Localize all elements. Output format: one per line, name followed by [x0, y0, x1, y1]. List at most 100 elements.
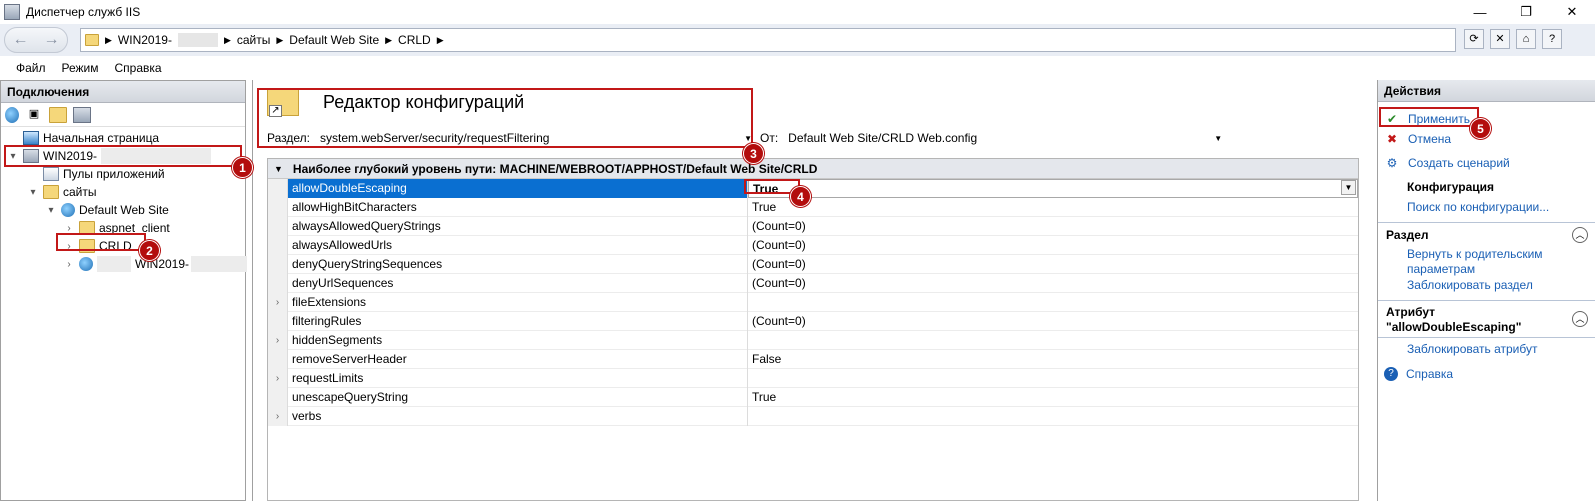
table-row[interactable]: allowHighBitCharacters True [268, 198, 1358, 217]
property-name[interactable]: allowDoubleEscaping [288, 179, 748, 198]
property-name[interactable]: denyUrlSequences [288, 274, 748, 293]
tree-label: Начальная страница [43, 131, 160, 145]
address-folder-icon [85, 34, 99, 46]
chevron-right-icon[interactable]: › [268, 293, 288, 312]
breadcrumb-crld[interactable]: CRLD [398, 33, 431, 47]
property-name[interactable]: filteringRules [288, 312, 748, 331]
breadcrumb-server[interactable]: WIN2019- [118, 33, 172, 47]
property-value[interactable]: False [748, 350, 1358, 369]
row-gutter [268, 274, 288, 293]
lock-section-link[interactable]: Заблокировать раздел [1407, 278, 1533, 293]
menu-view[interactable]: Режим [62, 61, 99, 75]
lock-attribute-link[interactable]: Заблокировать атрибут [1407, 342, 1538, 357]
tree-item-default-site[interactable]: ▾ Default Web Site [45, 201, 169, 219]
property-name[interactable]: hiddenSegments [288, 331, 748, 350]
table-row[interactable]: › hiddenSegments [268, 331, 1358, 350]
menu-help[interactable]: Справка [115, 61, 162, 75]
collapse-up-icon[interactable]: ︿ [1572, 311, 1588, 327]
property-value[interactable]: True [748, 179, 1358, 198]
chevron-down-icon[interactable]: ▼ [1341, 180, 1356, 195]
property-value[interactable]: True [748, 388, 1358, 407]
property-value[interactable]: True [748, 198, 1358, 217]
menu-file[interactable]: Файл [16, 61, 46, 75]
chevron-right-icon[interactable]: › [268, 369, 288, 388]
property-value[interactable] [748, 293, 1358, 312]
tree-item-app-pools[interactable]: Пулы приложений [27, 165, 165, 183]
property-name[interactable]: removeServerHeader [288, 350, 748, 369]
chevron-right-icon[interactable]: › [268, 331, 288, 350]
close-button[interactable]: ✕ [1549, 0, 1595, 24]
stop-icon[interactable]: ✕ [1490, 29, 1510, 49]
back-arrow-icon[interactable]: ← [13, 31, 29, 49]
table-row[interactable]: denyQueryStringSequences (Count=0) [268, 255, 1358, 274]
property-value[interactable] [748, 369, 1358, 388]
help-action[interactable]: ? Справка [1384, 365, 1453, 383]
property-name[interactable]: fileExtensions [288, 293, 748, 312]
property-value[interactable]: (Count=0) [748, 217, 1358, 236]
property-name[interactable]: alwaysAllowedUrls [288, 236, 748, 255]
collapse-up-icon[interactable]: ︿ [1572, 227, 1588, 243]
chevron-right-icon[interactable]: › [63, 259, 75, 270]
save-icon[interactable]: ▣ [25, 107, 43, 123]
refresh-icon[interactable]: ⟳ [1464, 29, 1484, 49]
breadcrumb-default-site[interactable]: Default Web Site [289, 33, 379, 47]
chevron-down-icon[interactable]: ▼ [274, 164, 283, 174]
table-row[interactable]: › requestLimits [268, 369, 1358, 388]
property-value[interactable] [748, 331, 1358, 350]
property-value[interactable]: (Count=0) [748, 236, 1358, 255]
chevron-right-icon[interactable]: › [63, 241, 75, 252]
create-script-action[interactable]: ⚙ Создать сценарий [1384, 154, 1510, 172]
maximize-button[interactable]: ❐ [1503, 0, 1549, 24]
help-icon[interactable]: ? [1542, 29, 1562, 49]
table-row[interactable]: filteringRules (Count=0) [268, 312, 1358, 331]
chevron-down-icon[interactable]: ▾ [27, 187, 39, 198]
property-name[interactable]: allowHighBitCharacters [288, 198, 748, 217]
from-dropdown[interactable]: Default Web Site/CRLD Web.config ▼ [784, 128, 1224, 148]
apply-action[interactable]: ✔ Применить [1384, 110, 1470, 128]
tree-item-server[interactable]: ▾ WIN2019- [7, 147, 212, 165]
forward-arrow-icon[interactable]: → [44, 31, 60, 49]
tree-item-aspnet-client[interactable]: › aspnet_client [63, 219, 170, 237]
property-value[interactable] [748, 407, 1358, 426]
chevron-down-icon[interactable]: ▾ [45, 205, 57, 216]
section-dropdown[interactable]: system.webServer/security/requestFilteri… [316, 128, 754, 148]
property-name[interactable]: requestLimits [288, 369, 748, 388]
tree-item-crld[interactable]: › CRLD [63, 237, 132, 255]
tree-item-start-page[interactable]: Начальная страница [7, 129, 159, 147]
property-value[interactable]: (Count=0) [748, 255, 1358, 274]
property-name[interactable]: verbs [288, 407, 748, 426]
revert-parent-link[interactable]: Вернуть к родительским параметрам [1407, 247, 1587, 277]
home-icon[interactable]: ⌂ [1516, 29, 1536, 49]
chevron-down-icon[interactable]: ▾ [7, 151, 19, 162]
table-row[interactable]: unescapeQueryString True [268, 388, 1358, 407]
property-value[interactable]: (Count=0) [748, 274, 1358, 293]
table-row[interactable]: › verbs [268, 407, 1358, 426]
property-name[interactable]: denyQueryStringSequences [288, 255, 748, 274]
chevron-right-icon[interactable]: › [63, 223, 75, 234]
callout-badge-3: 3 [743, 143, 764, 164]
table-row[interactable]: alwaysAllowedQueryStrings (Count=0) [268, 217, 1358, 236]
table-row[interactable]: denyUrlSequences (Count=0) [268, 274, 1358, 293]
up-folder-icon[interactable] [49, 106, 67, 123]
breadcrumb-sites[interactable]: сайты [237, 33, 271, 47]
chevron-right-icon: ▶ [276, 34, 284, 45]
chevron-right-icon[interactable]: › [268, 407, 288, 426]
table-row[interactable]: allowDoubleEscaping True ▼ [268, 179, 1358, 198]
disconnect-icon[interactable] [73, 106, 91, 123]
table-row[interactable]: removeServerHeader False [268, 350, 1358, 369]
search-config-link[interactable]: Поиск по конфигурации... [1407, 200, 1549, 215]
table-row[interactable]: alwaysAllowedUrls (Count=0) [268, 236, 1358, 255]
property-value[interactable]: (Count=0) [748, 312, 1358, 331]
dropdown-arrow-icon: ▼ [744, 133, 752, 143]
property-name[interactable]: alwaysAllowedQueryStrings [288, 217, 748, 236]
property-name[interactable]: unescapeQueryString [288, 388, 748, 407]
minimize-button[interactable]: — [1457, 0, 1503, 24]
script-icon: ⚙ [1386, 156, 1398, 170]
cancel-action[interactable]: ✖ Отмена [1384, 130, 1451, 148]
table-row[interactable]: › fileExtensions [268, 293, 1358, 312]
connect-icon[interactable] [5, 106, 19, 123]
tree-label: aspnet_client [99, 221, 170, 235]
address-bar[interactable]: ▶ WIN2019- ▶ сайты ▶ Default Web Site ▶ … [80, 28, 1456, 52]
grid-header[interactable]: ▼ Наиболее глубокий уровень пути: MACHIN… [268, 159, 1358, 179]
tree-item-sites[interactable]: ▾ сайты [27, 183, 97, 201]
